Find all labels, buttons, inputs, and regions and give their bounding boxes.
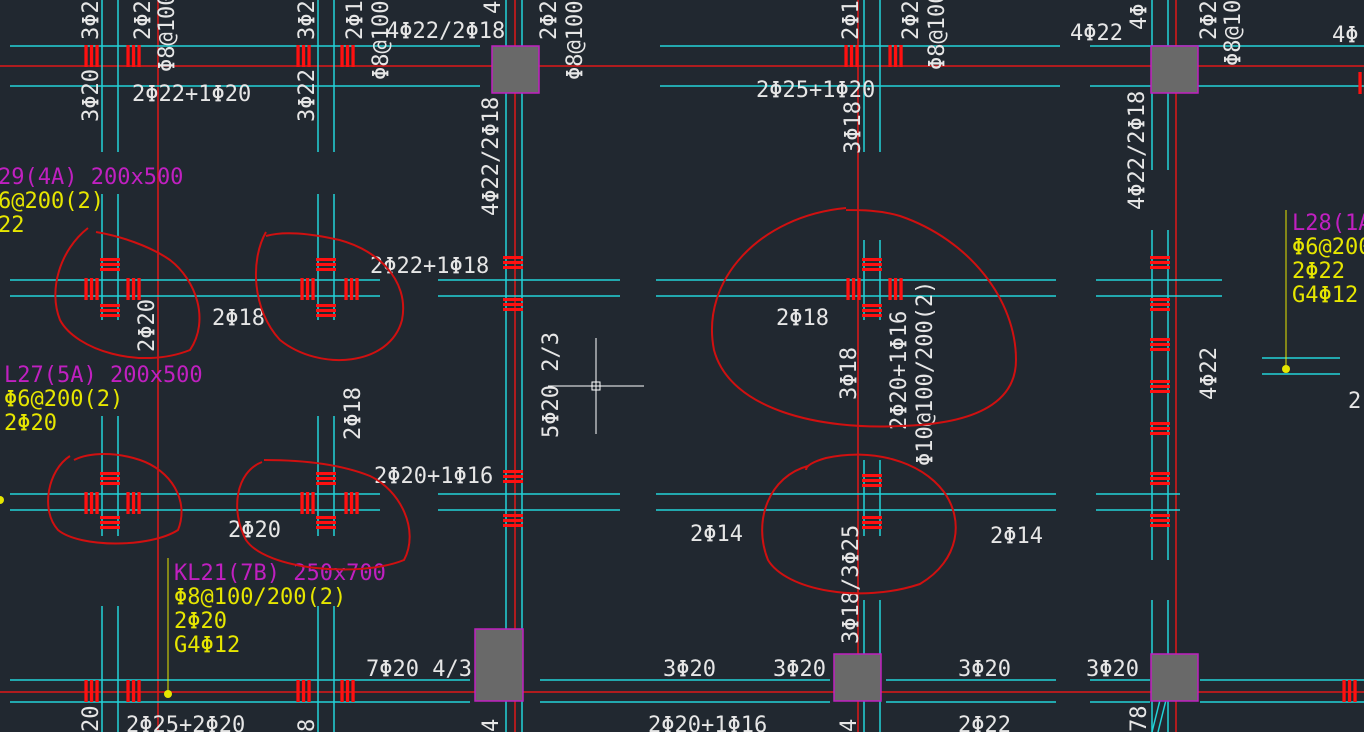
anno-text: 2Φ14 <box>990 524 1043 549</box>
beam-stirrup: Φ6@200(2) <box>4 387 123 412</box>
anno-text: Φ8@100 <box>925 0 950 70</box>
anno-text: 3Φ2 <box>79 0 104 40</box>
anno-text: 3Φ18 <box>841 101 866 154</box>
anno-text: 4 <box>837 719 862 732</box>
anno-text: 2Φ18 <box>212 306 265 331</box>
anno-text: 2Φ20+1Φ16 <box>887 311 912 430</box>
anno-text: 2Φ2 <box>537 0 562 40</box>
anno-text: 2Φ20 <box>135 299 160 352</box>
anno-text: 2Φ18 <box>343 0 368 40</box>
beam-top-rebar: 2Φ20 <box>174 609 227 634</box>
beam-side-rebar: G4Φ12 <box>174 633 240 658</box>
anno-text: 3Φ2 <box>295 0 320 40</box>
beam-stirrup: 6@200(2) <box>0 189 104 214</box>
anno-text: 5Φ20 2/3 <box>539 332 564 438</box>
anno-text: 2Φ20+1Φ16 <box>374 464 493 489</box>
column <box>833 653 882 702</box>
anno-text: 4 <box>479 719 504 732</box>
anno-text: 4Φ22/2Φ18 <box>386 19 505 44</box>
anno-text: 2Φ2 <box>131 0 156 40</box>
anno-text: Φ8@100 <box>369 1 394 80</box>
anno-text: 3Φ20 <box>79 69 104 122</box>
beam-top-rebar: 2Φ20 <box>4 411 57 436</box>
anno-text: 4 <box>481 1 506 14</box>
anno-text: 3Φ20 <box>663 657 716 682</box>
anno-text: Φ8@100 <box>155 0 180 72</box>
anno-text: 3Φ22 <box>295 69 320 122</box>
rebar-annotations-vertical: 3Φ2 2Φ2 Φ8@100 3Φ2 2Φ18 Φ8@100 4 2Φ2 Φ8@… <box>79 0 1246 732</box>
column <box>1150 45 1199 94</box>
anno-text: 2Φ22+1Φ20 <box>132 82 251 107</box>
anno-text: 4Φ22/2Φ18 <box>479 97 504 216</box>
column <box>1150 653 1199 702</box>
anno-text: 4Φ22 <box>1197 347 1222 400</box>
anno-text: 2Φ20+1Φ16 <box>648 713 767 732</box>
anno-text: 3Φ20 <box>958 657 1011 682</box>
anno-text: 2Φ25+1Φ20 <box>756 78 875 103</box>
beam-name: KL21(7B) 250x700 <box>174 561 386 586</box>
anno-text: 2Φ25+2Φ20 <box>126 713 245 732</box>
anno-text: 8 <box>295 719 320 732</box>
beam-name: L28(1A <box>1292 211 1364 236</box>
anno-text: 2Φ18 <box>776 306 829 331</box>
markup-circle <box>47 453 183 545</box>
beam-callout-L28: L28(1A Φ6@200 2Φ22 G4Φ12 <box>1292 211 1364 308</box>
anno-text: Φ8@100 <box>563 1 588 80</box>
column <box>474 628 524 702</box>
anno-text: 2Φ14 <box>690 522 743 547</box>
anno-text: 2Φ18 <box>839 0 864 40</box>
anno-text: 2Φ20 <box>228 518 281 543</box>
beam-name: 29(4A) 200x500 <box>0 165 183 190</box>
anno-text: Φ8@100 <box>1221 0 1246 66</box>
beam-top-rebar: 2Φ22 <box>1292 259 1345 284</box>
anno-text: 3Φ18 <box>837 347 862 400</box>
beam-callout-KL21: KL21(7B) 250x700 Φ8@100/200(2) 2Φ20 G4Φ1… <box>174 561 386 658</box>
anno-text: 20 <box>79 706 104 732</box>
beam-top-rebar: 22 <box>0 213 25 238</box>
anno-text: 2Φ22+1Φ18 <box>370 254 489 279</box>
anno-text: 3Φ20 <box>773 657 826 682</box>
cad-canvas[interactable]: 4Φ22/2Φ18 2Φ22+1Φ20 2Φ25+1Φ20 4Φ22 4Φ 2Φ… <box>0 0 1364 732</box>
anno-text: 4Φ <box>1127 4 1152 31</box>
beam-callout-L29: 29(4A) 200x500 6@200(2) 22 <box>0 165 183 238</box>
beam-stirrup: Φ6@200 <box>1292 235 1364 260</box>
anno-text: 78 <box>1127 706 1152 732</box>
anno-text: Φ10@100/200(2) <box>913 281 938 466</box>
anno-text: 2Φ18 <box>341 387 366 440</box>
beam-name: L27(5A) 200x500 <box>4 363 203 388</box>
anno-text: 2 <box>1348 389 1361 414</box>
anno-text: 2Φ22 <box>958 713 1011 732</box>
anno-text: 3Φ18/3Φ25 <box>839 525 864 644</box>
beam-callout-L27: L27(5A) 200x500 Φ6@200(2) 2Φ20 <box>4 363 203 436</box>
beam-side-rebar: G4Φ12 <box>1292 283 1358 308</box>
anno-text: 2Φ2 <box>899 0 924 40</box>
anno-text: 4Φ22 <box>1070 21 1123 46</box>
anno-text: 7Φ20 4/3 <box>366 657 472 682</box>
anno-text: 3Φ20 <box>1086 657 1139 682</box>
beam-stirrup: Φ8@100/200(2) <box>174 585 346 610</box>
column <box>491 45 540 94</box>
anno-text: 2Φ22 <box>1197 0 1222 40</box>
anno-text: 4Φ22/2Φ18 <box>1125 91 1150 210</box>
anno-text: 4Φ <box>1332 23 1359 48</box>
